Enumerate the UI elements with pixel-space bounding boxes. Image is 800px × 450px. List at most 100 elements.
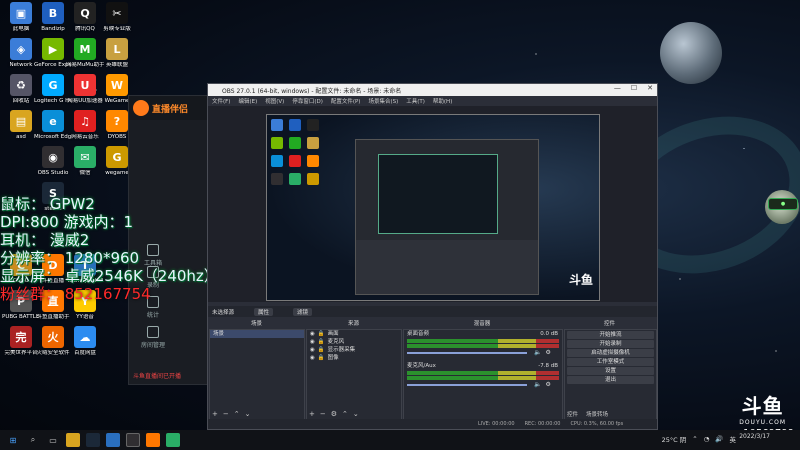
search-icon[interactable]: ⌕ [26,433,40,447]
app-icon: e [42,110,64,132]
app-icon: M [74,38,96,60]
volume-meter [407,376,559,380]
remove-icon[interactable]: − [320,410,326,418]
recursive-obs-window [355,139,539,295]
source-item[interactable]: ◉ 🔒 画面 [307,330,401,338]
add-icon[interactable]: + [309,410,315,418]
up-icon[interactable]: ⌃ [342,410,348,418]
volume-meter [407,339,559,343]
obs-taskbar-icon[interactable] [126,433,140,447]
volume-meter [407,371,559,375]
dock-titles: 场景 来源 混音器 控件 [208,319,657,329]
lock-icon[interactable]: 🔒 [318,330,325,338]
up-icon[interactable]: ⌃ [234,410,240,418]
gear-icon[interactable]: ⚙ [545,381,550,388]
desktop-icon[interactable]: L 英雄联盟 [98,38,136,69]
properties-button[interactable]: 属性 [254,307,274,316]
mixer-channel-db: 0.0 dB [540,331,558,337]
wechat-taskbar-icon[interactable] [166,433,180,447]
qq-taskbar-icon[interactable] [106,433,120,447]
menu-item[interactable]: 场景集合(S) [368,97,398,105]
mixer-channel: 桌面音频 0.0 dB 🔈 ⚙ [404,330,562,356]
add-icon[interactable]: + [212,410,218,418]
eye-icon[interactable]: ◉ [310,330,315,338]
obs-titlebar[interactable]: OBS 27.0.1 (64-bit, windows) - 配置文件: 未命名… [208,84,657,96]
volume-slider[interactable] [407,351,527,354]
app-icon: ▶ [42,38,64,60]
scenes-dock: 场景 + − ⌃ ⌄ [209,329,305,421]
eye-icon[interactable]: ◉ [310,338,315,346]
menu-item[interactable]: 帮助(H) [433,97,452,105]
preview-douyu-logo: 斗鱼 [568,273,593,287]
source-item[interactable]: ◉ 🔒 图像 [307,354,401,362]
ime-label[interactable]: 英 [730,434,737,444]
control-button[interactable]: 开始推流 [567,331,654,339]
explorer-icon[interactable] [66,433,80,447]
network-icon[interactable]: ◔ [704,435,710,443]
steam-taskbar-icon[interactable] [86,433,100,447]
menu-item[interactable]: 停靠窗口(D) [292,97,323,105]
clock[interactable]: 2022/3/17 [739,433,770,440]
menu-item[interactable]: 配置文件(P) [331,97,361,105]
eye-icon[interactable]: ◉ [310,354,315,362]
control-button[interactable]: 工作室模式 [567,358,654,366]
volume-slider[interactable] [407,383,527,386]
menu-item[interactable]: 视图(V) [265,97,284,105]
lock-icon[interactable]: 🔒 [318,354,325,362]
task-view-icon[interactable]: ▭ [46,433,60,447]
clock-date: 2022/3/17 [739,433,770,440]
minimize-icon[interactable]: — [614,84,621,92]
app-icon: Q [74,2,96,24]
control-button[interactable]: 开始录制 [567,340,654,348]
context-bar: 未选择源 属性 滤镜 [208,306,657,317]
rec-status: REC: 00:00:00 [524,421,561,427]
eye-icon[interactable]: ◉ [310,346,315,354]
desktop-icon[interactable]: ☁ 百度网盘 [66,326,104,357]
control-button[interactable]: 启动虚拟摄像机 [567,349,654,357]
app-icon: ✂ [106,2,128,24]
tab-controls[interactable]: 控件 [567,410,578,418]
app-icon: 火 [42,326,64,348]
gear-icon[interactable]: ⚙ [545,349,550,356]
stream-preview[interactable]: 斗鱼 [266,114,600,301]
down-icon[interactable]: ⌄ [245,410,251,418]
floating-widget[interactable]: ● [768,198,798,210]
maximize-icon[interactable]: ☐ [631,84,637,92]
obs-statusbar: LIVE: 00:00:00 REC: 00:00:00 CPU: 0.3%, … [208,419,657,429]
app-icon: B [42,2,64,24]
app-icon: W [106,74,128,96]
menu-item[interactable]: 编辑(E) [238,97,257,105]
douyu-taskbar-icon[interactable] [146,433,160,447]
start-icon[interactable]: ⊞ [6,433,20,447]
lock-icon[interactable]: 🔒 [318,346,325,354]
app-icon: ✉ [74,146,96,168]
obs-title: OBS 27.0.1 (64-bit, windows) - 配置文件: 未命名… [222,87,402,95]
scene-item[interactable]: 场景 [210,330,304,338]
sidebar-item-room[interactable]: 房间管理 [137,326,169,349]
tab-transitions[interactable]: 场景转场 [586,410,608,418]
volume-icon[interactable]: 🔊 [715,435,723,443]
remove-icon[interactable]: − [223,410,229,418]
lock-icon[interactable]: 🔒 [318,338,325,346]
control-button[interactable]: 退出 [567,376,654,384]
overlay-headset: 耳机： 漫威2 [0,231,90,249]
menu-item[interactable]: 工具(T) [406,97,425,105]
down-icon[interactable]: ⌄ [353,410,359,418]
tray-chevron-icon[interactable]: ⌃ [692,435,697,443]
speaker-icon[interactable]: 🔈 [534,349,541,356]
obs-window[interactable]: OBS 27.0.1 (64-bit, windows) - 配置文件: 未命名… [207,83,658,430]
weather-label[interactable]: 25°C 阴 [662,434,687,444]
source-item[interactable]: ◉ 🔒 麦克风 [307,338,401,346]
control-button[interactable]: 设置 [567,367,654,375]
gear-icon[interactable]: ⚙ [331,410,337,418]
desktop-icon[interactable]: ✂ 剪映专业版 [98,2,136,33]
menu-item[interactable]: 文件(F) [212,97,230,105]
live-notice: 斗鱼直播间已开播 [133,373,182,380]
app-icon: ? [106,110,128,132]
close-icon[interactable]: ✕ [647,84,653,92]
app-icon: ◉ [42,146,64,168]
speaker-icon[interactable]: 🔈 [534,381,541,388]
room-icon [147,326,159,338]
source-item[interactable]: ◉ 🔒 显示器采集 [307,346,401,354]
filters-button[interactable]: 滤镜 [293,307,313,316]
